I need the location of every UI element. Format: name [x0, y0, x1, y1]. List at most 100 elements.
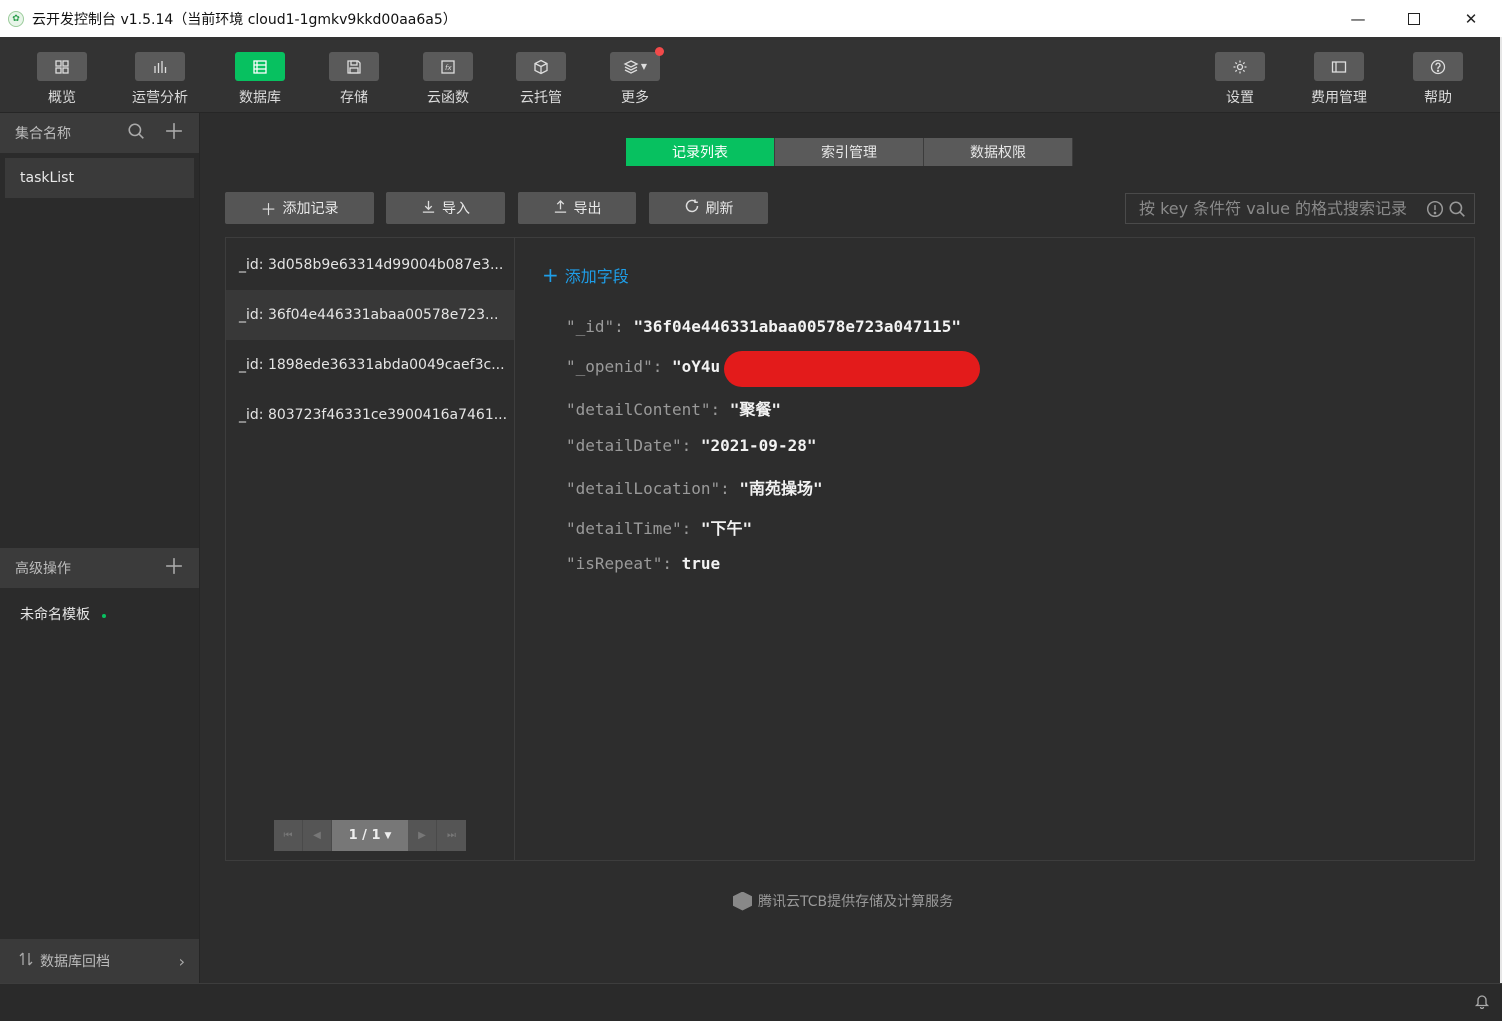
- field-row[interactable]: "detailLocation": "南苑操场": [566, 475, 823, 499]
- toolbar-label: 存储: [340, 90, 368, 106]
- sidebar: 集合名称 taskList 高级操作 未命名模板 数据库回档 ›: [0, 113, 200, 983]
- template-item-label: 未命名模板: [20, 607, 90, 623]
- collections-header: 集合名称: [0, 113, 199, 153]
- search-icon[interactable]: [1448, 200, 1466, 222]
- window-title: 云开发控制台 v1.5.14（当前环境 cloud1-1gmkv9kkd00aa…: [32, 11, 457, 28]
- next-page-button[interactable]: ▶: [408, 820, 437, 851]
- list-item[interactable]: _id: 36f04e446331abaa00578e723...: [226, 290, 514, 340]
- field-key: "detailDate":: [566, 436, 692, 455]
- pagination: ⏮ ◀ 1 / 1 ▼ ▶ ⏭: [274, 820, 466, 851]
- page-indicator: 1 / 1: [348, 828, 381, 843]
- bell-icon[interactable]: [1474, 993, 1490, 1013]
- maximize-button[interactable]: [1386, 0, 1442, 37]
- toolbar-cloud-hosting[interactable]: 云托管: [501, 52, 581, 107]
- layers-icon: ▼: [610, 47, 664, 81]
- toolbar-label: 云函数: [427, 90, 469, 106]
- status-bar: [0, 983, 1502, 1021]
- field-value: "2021-09-28": [700, 436, 817, 455]
- minimize-button[interactable]: —: [1330, 0, 1386, 37]
- search-icon[interactable]: [127, 121, 145, 145]
- toolbar-label: 概览: [48, 90, 76, 106]
- database-rollback[interactable]: 数据库回档 ›: [0, 939, 199, 983]
- refresh-button[interactable]: 刷新: [649, 192, 768, 224]
- list-item[interactable]: _id: 1898ede36331abda0049caef3c...: [226, 340, 514, 390]
- field-key: "isRepeat":: [566, 554, 672, 573]
- status-dot: [102, 614, 106, 618]
- storage-icon: [329, 52, 379, 81]
- list-item[interactable]: _id: 803723f46331ce3900416a7461...: [226, 390, 514, 440]
- toolbar-settings[interactable]: 设置: [1200, 52, 1280, 107]
- bar-chart-icon: [135, 52, 185, 81]
- service-note: 腾讯云TCB提供存储及计算服务: [733, 891, 953, 911]
- toolbar-more[interactable]: ▼ 更多: [595, 47, 675, 107]
- export-button[interactable]: 导出: [518, 192, 636, 224]
- help-icon: [1413, 52, 1463, 81]
- field-row[interactable]: "isRepeat": true: [566, 554, 720, 573]
- toolbar-label: 设置: [1226, 90, 1254, 106]
- template-item[interactable]: 未命名模板: [20, 604, 106, 624]
- svg-text:fx: fx: [445, 64, 452, 72]
- record-search: [1125, 193, 1475, 224]
- notification-dot: [655, 47, 664, 56]
- toolbar-analytics[interactable]: 运营分析: [120, 52, 200, 107]
- add-record-button[interactable]: ＋ 添加记录: [225, 192, 374, 224]
- first-page-button[interactable]: ⏮: [274, 820, 303, 851]
- toolbar-label: 运营分析: [132, 90, 188, 106]
- field-row[interactable]: "_id": "36f04e446331abaa00578e723a047115…: [566, 317, 961, 336]
- app-logo-icon: ✿: [8, 10, 24, 27]
- toolbar-database[interactable]: 数据库: [220, 52, 300, 107]
- add-template-icon[interactable]: [165, 556, 183, 580]
- tab-permissions[interactable]: 数据权限: [924, 138, 1073, 166]
- plus-icon: +: [542, 263, 559, 287]
- service-note-label: 腾讯云TCB提供存储及计算服务: [758, 894, 954, 910]
- chevron-down-icon: ▼: [384, 830, 392, 841]
- last-page-button[interactable]: ⏭: [437, 820, 466, 851]
- toolbar-label: 费用管理: [1311, 90, 1367, 106]
- add-field-label: 添加字段: [564, 267, 629, 286]
- refresh-icon: [684, 198, 700, 218]
- tab-records[interactable]: 记录列表: [626, 138, 775, 166]
- info-icon[interactable]: [1426, 200, 1444, 222]
- record-search-input[interactable]: [1139, 199, 1429, 218]
- prev-page-button[interactable]: ◀: [303, 820, 332, 851]
- field-key: "detailContent":: [566, 400, 721, 419]
- field-key: "detailTime":: [566, 519, 692, 538]
- add-field-button[interactable]: + 添加字段: [542, 263, 629, 287]
- field-row[interactable]: "detailTime": "下午": [566, 515, 752, 539]
- field-value: true: [681, 554, 721, 573]
- record-list: _id: 3d058b9e63314d99004b087e3... _id: 3…: [226, 238, 515, 860]
- export-label: 导出: [573, 201, 602, 217]
- field-key: "_openid":: [566, 357, 663, 376]
- close-button[interactable]: ✕: [1443, 0, 1499, 37]
- field-value: "南苑操场": [739, 479, 823, 498]
- view-tabs: 记录列表 索引管理 数据权限: [626, 138, 1073, 166]
- import-label: 导入: [442, 201, 470, 217]
- list-item[interactable]: _id: 3d058b9e63314d99004b087e3...: [226, 240, 514, 290]
- maximize-icon: [1408, 12, 1420, 25]
- download-icon: [421, 199, 436, 218]
- toolbar-label: 帮助: [1424, 90, 1452, 106]
- add-record-label: 添加记录: [282, 201, 339, 217]
- page-select[interactable]: 1 / 1 ▼: [332, 820, 408, 851]
- field-row[interactable]: "_openid": "oY4u: [566, 357, 720, 376]
- field-value: "36f04e446331abaa00578e723a047115": [633, 317, 961, 336]
- toolbar-label: 更多: [621, 90, 649, 106]
- sort-icon: [18, 951, 34, 971]
- toolbar-cloud-functions[interactable]: fx 云函数: [408, 52, 488, 107]
- field-key: "_id":: [566, 317, 624, 336]
- collection-item-tasklist[interactable]: taskList: [5, 158, 194, 198]
- field-key: "detailLocation":: [566, 479, 730, 498]
- grid-icon: [37, 52, 87, 81]
- field-row[interactable]: "detailDate": "2021-09-28": [566, 436, 816, 455]
- toolbar-billing[interactable]: 费用管理: [1299, 52, 1379, 107]
- top-toolbar: 概览 运营分析 数据库 存储 fx 云函数 云托管 ▼ 更多 设置 费用管理 帮…: [0, 37, 1500, 113]
- import-button[interactable]: 导入: [386, 192, 505, 224]
- toolbar-storage[interactable]: 存储: [314, 52, 394, 107]
- toolbar-help[interactable]: 帮助: [1398, 52, 1478, 107]
- field-row[interactable]: "detailContent": "聚餐": [566, 396, 781, 420]
- tab-indexes[interactable]: 索引管理: [775, 138, 924, 166]
- add-collection-icon[interactable]: [165, 121, 183, 145]
- redaction-mark: [724, 351, 980, 387]
- records-panel: _id: 3d058b9e63314d99004b087e3... _id: 3…: [225, 237, 1475, 861]
- toolbar-overview[interactable]: 概览: [22, 52, 102, 107]
